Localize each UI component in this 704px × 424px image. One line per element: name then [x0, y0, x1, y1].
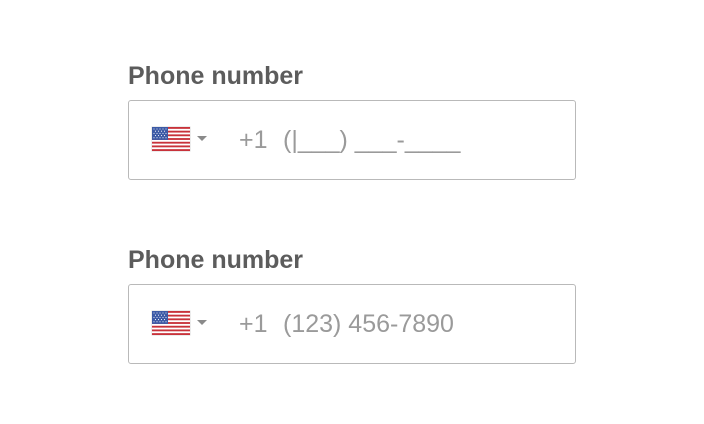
chevron-down-icon [197, 320, 207, 325]
phone-number-input[interactable] [283, 101, 553, 179]
chevron-down-icon [197, 136, 207, 141]
country-selector[interactable] [151, 125, 215, 155]
dial-code: +1 [239, 310, 268, 338]
country-selector[interactable] [151, 309, 215, 339]
us-flag-icon [152, 311, 190, 335]
phone-input-box[interactable]: +1 [128, 100, 576, 180]
dial-code: +1 [239, 126, 268, 154]
us-flag-icon [152, 127, 190, 151]
phone-input-box[interactable]: +1 [128, 284, 576, 364]
field-label: Phone number [128, 62, 304, 90]
phone-number-input[interactable] [283, 285, 553, 363]
field-label: Phone number [128, 246, 304, 274]
phone-field-masked: Phone number +1 (|___) ___-____ [128, 60, 576, 180]
phone-field-placeholder: Phone number +1 (123) 456-7890 [128, 244, 576, 364]
